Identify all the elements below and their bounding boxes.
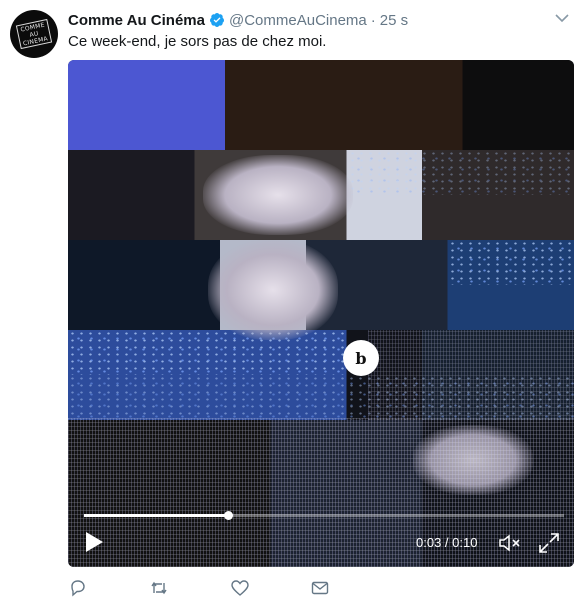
tweet-timestamp[interactable]: 25 s — [380, 12, 408, 29]
display-name[interactable]: Comme Au Cinéma — [68, 12, 205, 29]
heart-icon[interactable] — [230, 578, 250, 598]
video-player[interactable]: b 0:03 / 0:10 — [68, 60, 574, 567]
video-progress-fill — [84, 514, 228, 517]
verified-badge-icon — [209, 13, 224, 27]
avatar[interactable]: COMME AU CINEMA — [10, 10, 58, 58]
video-time-readout: 0:03 / 0:10 — [416, 535, 478, 550]
play-button[interactable] — [82, 530, 106, 554]
video-sparkle-texture — [68, 330, 346, 375]
retweet-icon[interactable] — [149, 578, 169, 598]
envelope-icon[interactable] — [310, 578, 330, 598]
video-progress-bar[interactable] — [84, 511, 564, 520]
avatar-logo: COMME AU CINEMA — [15, 18, 53, 50]
video-progress-knob[interactable] — [224, 511, 233, 520]
separator-dot: · — [370, 11, 376, 29]
tweet-text: Ce week-end, je sors pas de chez moi. — [68, 33, 327, 50]
video-face-shape — [203, 155, 353, 235]
brand-badge: b — [343, 340, 379, 376]
video-frame-band — [68, 60, 574, 150]
user-handle[interactable]: @CommeAuCinema — [229, 12, 367, 29]
muted-speaker-icon[interactable] — [498, 532, 522, 554]
chevron-down-icon[interactable] — [554, 12, 570, 24]
tweet-header: Comme Au Cinéma @CommeAuCinema · 25 s — [68, 10, 408, 30]
tweet: COMME AU CINEMA Comme Au Cinéma @CommeAu… — [0, 0, 584, 600]
video-face-shape — [208, 240, 338, 340]
video-glitch-texture — [368, 330, 574, 420]
fullscreen-icon[interactable] — [538, 532, 560, 554]
video-sparkle-texture — [448, 240, 574, 285]
reply-icon[interactable] — [68, 578, 88, 598]
video-sparkle-texture — [348, 150, 574, 195]
